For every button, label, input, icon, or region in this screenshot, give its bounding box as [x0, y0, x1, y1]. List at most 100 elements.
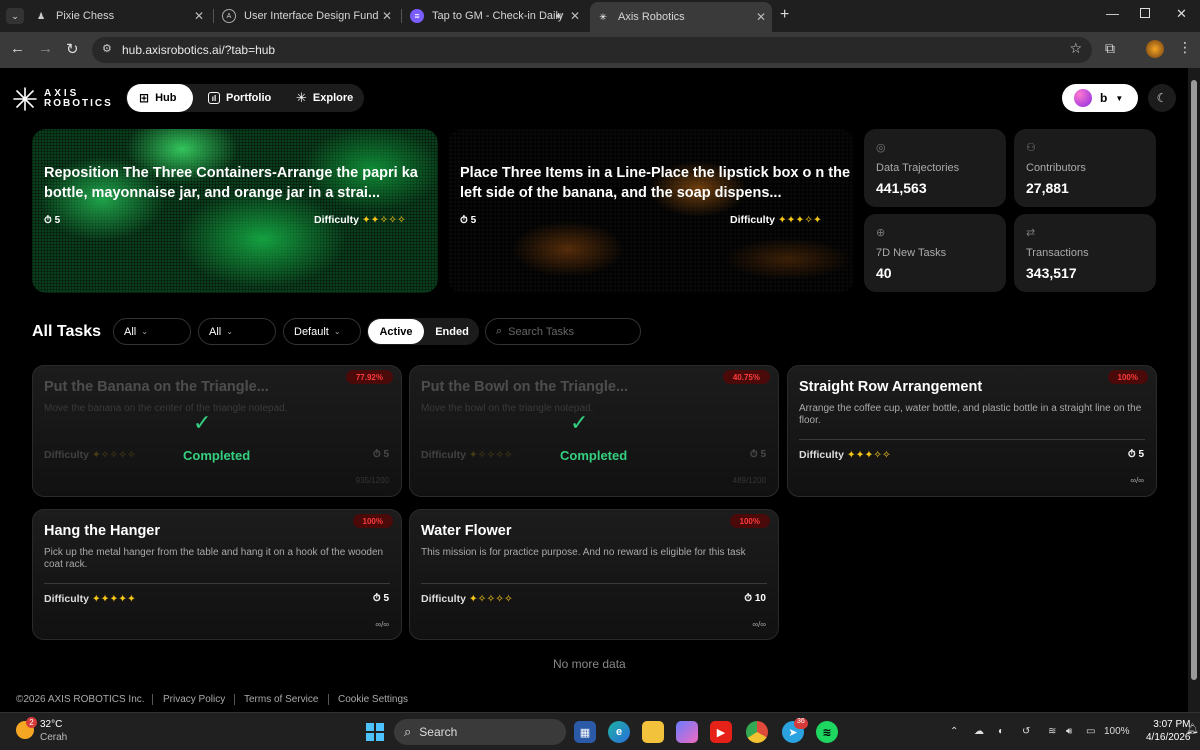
battery-icon[interactable]: ▭	[1086, 726, 1095, 737]
minimize-icon[interactable]: —	[1106, 6, 1119, 21]
search-icon: ⌕	[404, 724, 412, 739]
edge-icon[interactable]: e	[608, 721, 630, 743]
task-time: ⏱︎ 5	[1127, 449, 1144, 460]
tab-axis-robotics[interactable]: ✳ Axis Robotics ✕	[590, 2, 772, 32]
speaker-icon[interactable]: 🔊︎	[556, 11, 562, 22]
windows-start-icon[interactable]	[364, 721, 386, 743]
featured-difficulty: Difficulty ✦✦✧✧✧	[314, 214, 406, 226]
task-view-icon[interactable]: ▦	[574, 721, 596, 743]
tab-title: Tap to GM - Check-in Daily	[432, 10, 564, 22]
nav-hub[interactable]: ⊞ Hub	[127, 84, 193, 112]
timer-icon: ⏱︎	[460, 215, 468, 226]
tab-tap-to-gm[interactable]: ≡ Tap to GM - Check-in Daily 🔊︎ ✕	[410, 4, 586, 28]
axis-logo[interactable]: AXIS ROBOTICS	[12, 86, 113, 112]
taskbar-search[interactable]: ⌕ Search	[394, 719, 566, 745]
onedrive-icon[interactable]: ☁	[974, 726, 984, 737]
site-info-icon[interactable]: ⚙	[102, 42, 112, 55]
terms-link[interactable]: Terms of Service	[244, 694, 318, 705]
profile-avatar[interactable]	[1146, 40, 1164, 58]
clock[interactable]: 3:07 PM 4/16/2026	[1146, 718, 1191, 744]
stat-transactions: ⇄ Transactions 343,517	[1014, 214, 1156, 292]
status-active[interactable]: Active	[368, 319, 424, 344]
task-difficulty: Difficulty ✦✦✦✧✧	[799, 449, 891, 461]
tab-pixie-chess[interactable]: ♟ Pixie Chess ✕	[34, 4, 210, 28]
spotify-icon[interactable]: ≋	[816, 721, 838, 743]
featured-task-2[interactable]: Place Three Items in a Line-Place the li…	[448, 129, 854, 293]
sort-dropdown[interactable]: Default ⌄	[283, 318, 361, 345]
user-menu[interactable]: b ▼	[1062, 84, 1138, 112]
task-desc: Pick up the metal hanger from the table …	[44, 547, 384, 570]
no-more-data: No more data	[553, 657, 626, 671]
sync-icon[interactable]: ↺	[1022, 726, 1030, 737]
reload-icon[interactable]: ↻	[66, 40, 79, 58]
bookmark-star-icon[interactable]: ☆	[1069, 40, 1082, 57]
task-card-water-flower[interactable]: 100% Water Flower This mission is for pr…	[409, 509, 779, 640]
tab-ui-design[interactable]: A User Interface Design Fundame ✕	[222, 4, 398, 28]
copilot-icon[interactable]	[676, 721, 698, 743]
task-difficulty: Difficulty ✦✧✧✧✧	[44, 449, 136, 461]
task-quota: ∞/∞	[1130, 476, 1144, 485]
close-window-icon[interactable]: ✕	[1176, 6, 1187, 22]
task-time: ⏱︎ 5	[372, 593, 389, 604]
task-difficulty: Difficulty ✦✦✦✦✦	[44, 593, 136, 605]
back-icon[interactable]: ←	[10, 40, 25, 57]
volume-icon[interactable]: 🔊︎	[1066, 726, 1072, 737]
tab-title: Pixie Chess	[56, 10, 115, 22]
users-icon: ⚇	[1026, 142, 1036, 154]
chevron-down-icon: ⌄	[333, 327, 341, 336]
edge-tray-icon[interactable]: ◐	[998, 726, 1004, 737]
filter-dropdown-1[interactable]: All ⌄	[113, 318, 191, 345]
checkmark-icon: ✓	[570, 410, 589, 435]
task-quota: ∞/∞	[752, 620, 766, 629]
task-card-bowl[interactable]: 40.75% Put the Bowl on the Triangle... M…	[409, 365, 779, 497]
nav-portfolio[interactable]: ıl Portfolio	[196, 84, 283, 112]
task-quota: 935/1200	[355, 476, 389, 485]
completed-label: Completed	[183, 448, 251, 463]
progress-badge: 77.92%	[345, 370, 393, 384]
chrome-icon[interactable]	[746, 721, 768, 743]
task-title: Water Flower	[421, 523, 512, 539]
tray-chevron-icon[interactable]: ⌃	[950, 726, 958, 737]
status-ended[interactable]: Ended	[425, 319, 479, 344]
weather-widget[interactable]: 2 32°C Cerah	[14, 717, 94, 745]
completed-label: Completed	[560, 448, 628, 463]
grid-icon: ⊞	[139, 91, 150, 105]
tab-search-button[interactable]: ⌄	[6, 8, 24, 24]
privacy-link[interactable]: Privacy Policy	[163, 694, 225, 705]
close-icon[interactable]: ✕	[377, 9, 392, 23]
scrollbar[interactable]	[1188, 68, 1200, 712]
task-card-banana[interactable]: 77.92% Put the Banana on the Triangle...…	[32, 365, 402, 497]
wifi-icon[interactable]: ≋	[1048, 726, 1056, 737]
task-time: ⏱︎ 5	[372, 449, 389, 460]
featured-time: ⏱︎ 5	[44, 215, 61, 226]
url-text: hub.axisrobotics.ai/?tab=hub	[122, 43, 276, 57]
browser-menu-icon[interactable]: ⋮	[1178, 39, 1192, 56]
filter-dropdown-2[interactable]: All ⌄	[198, 318, 276, 345]
battery-percent: 100%	[1104, 726, 1130, 737]
cookie-settings-link[interactable]: Cookie Settings	[338, 694, 408, 705]
forward-icon[interactable]: →	[38, 40, 53, 57]
new-tab-button[interactable]: +	[780, 6, 789, 24]
featured-time: ⏱︎ 5	[460, 215, 477, 226]
stat-7d-new-tasks: ⊕ 7D New Tasks 40	[864, 214, 1006, 292]
featured-task-1[interactable]: Reposition The Three Containers-Arrange …	[32, 129, 438, 293]
file-explorer-icon[interactable]	[642, 721, 664, 743]
youtube-icon[interactable]: ▶	[710, 721, 732, 743]
theme-toggle-moon-icon[interactable]: ☾	[1148, 84, 1176, 112]
task-quota: 489/1200	[732, 476, 766, 485]
nav-explore[interactable]: ✳ Explore	[284, 84, 365, 112]
notifications-bell-icon[interactable]: 🔔︎	[1186, 724, 1199, 735]
extensions-icon[interactable]: ⧉	[1105, 40, 1115, 57]
restore-icon[interactable]	[1140, 8, 1150, 18]
task-card-straight-row[interactable]: 100% Straight Row Arrangement Arrange th…	[787, 365, 1157, 497]
close-icon[interactable]: ✕	[194, 9, 204, 23]
sparkle-icon: ✳	[296, 90, 307, 105]
task-title: Straight Row Arrangement	[799, 379, 983, 395]
search-input[interactable]: ⌕ Search Tasks	[485, 318, 641, 345]
close-icon[interactable]: ✕	[756, 10, 766, 24]
task-card-hang-hanger[interactable]: 100% Hang the Hanger Pick up the metal h…	[32, 509, 402, 640]
avatar	[1074, 89, 1092, 107]
address-bar[interactable]: ⚙ hub.axisrobotics.ai/?tab=hub ☆	[92, 37, 1092, 63]
close-icon[interactable]: ✕	[570, 9, 580, 23]
task-desc: Arrange the coffee cup, water bottle, an…	[799, 403, 1142, 426]
